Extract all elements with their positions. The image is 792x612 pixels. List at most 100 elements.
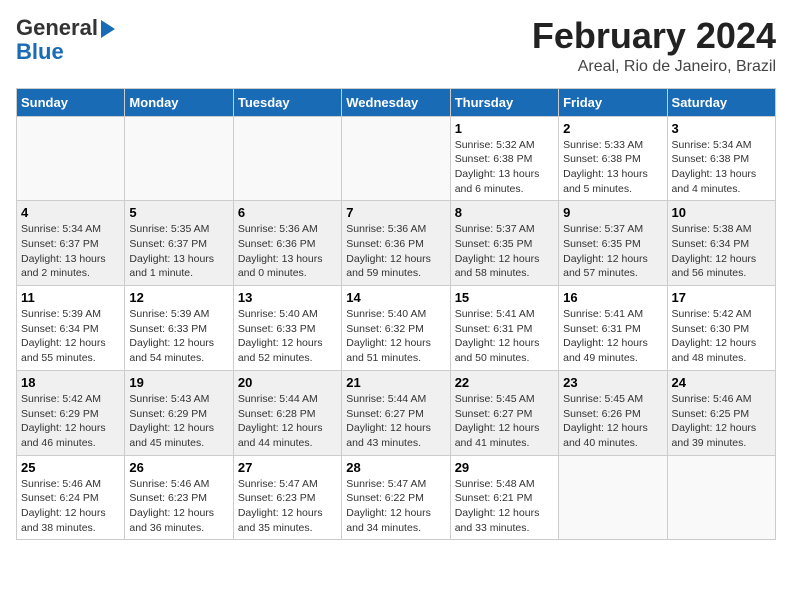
day-cell <box>17 116 125 201</box>
day-number: 12 <box>129 290 228 305</box>
header-sunday: Sunday <box>17 88 125 116</box>
logo-arrow-icon <box>101 20 115 38</box>
day-cell: 26 Sunrise: 5:46 AMSunset: 6:23 PMDayligh… <box>125 455 233 540</box>
week-row-2: 4 Sunrise: 5:34 AMSunset: 6:37 PMDaylight… <box>17 201 776 286</box>
day-info: Sunrise: 5:44 AMSunset: 6:28 PMDaylight:… <box>238 392 337 451</box>
day-number: 3 <box>672 121 771 136</box>
day-cell: 5 Sunrise: 5:35 AMSunset: 6:37 PMDaylight… <box>125 201 233 286</box>
day-number: 9 <box>563 205 662 220</box>
week-row-1: 1 Sunrise: 5:32 AMSunset: 6:38 PMDaylight… <box>17 116 776 201</box>
day-info: Sunrise: 5:37 AMSunset: 6:35 PMDaylight:… <box>563 222 662 281</box>
day-cell: 20Sunrise: 5:44 AMSunset: 6:28 PMDayligh… <box>233 370 341 455</box>
day-number: 14 <box>346 290 445 305</box>
day-number: 2 <box>563 121 662 136</box>
day-cell <box>342 116 450 201</box>
day-number: 26 <box>129 460 228 475</box>
day-cell: 17 Sunrise: 5:42 AMSunset: 6:30 PMDayligh… <box>667 286 775 371</box>
day-number: 19 <box>129 375 228 390</box>
calendar-title: February 2024 <box>532 16 776 56</box>
day-number: 1 <box>455 121 554 136</box>
day-cell: 18Sunrise: 5:42 AMSunset: 6:29 PMDayligh… <box>17 370 125 455</box>
day-cell: 9 Sunrise: 5:37 AMSunset: 6:35 PMDaylight… <box>559 201 667 286</box>
header-wednesday: Wednesday <box>342 88 450 116</box>
day-number: 10 <box>672 205 771 220</box>
week-row-4: 18Sunrise: 5:42 AMSunset: 6:29 PMDayligh… <box>17 370 776 455</box>
day-info: Sunrise: 5:41 AMSunset: 6:31 PMDaylight:… <box>455 307 554 366</box>
day-number: 4 <box>21 205 120 220</box>
day-cell: 12 Sunrise: 5:39 AMSunset: 6:33 PMDayligh… <box>125 286 233 371</box>
calendar-header-row: Sunday Monday Tuesday Wednesday Thursday… <box>17 88 776 116</box>
day-info: Sunrise: 5:40 AMSunset: 6:32 PMDaylight:… <box>346 307 445 366</box>
day-cell: 8 Sunrise: 5:37 AMSunset: 6:35 PMDaylight… <box>450 201 558 286</box>
day-cell: 24 Sunrise: 5:46 AMSunset: 6:25 PMDayligh… <box>667 370 775 455</box>
calendar-subtitle: Areal, Rio de Janeiro, Brazil <box>532 58 776 76</box>
day-cell: 3 Sunrise: 5:34 AMSunset: 6:38 PMDaylight… <box>667 116 775 201</box>
day-number: 21 <box>346 375 445 390</box>
day-info: Sunrise: 5:32 AMSunset: 6:38 PMDaylight:… <box>455 138 554 197</box>
day-info: Sunrise: 5:38 AMSunset: 6:34 PMDaylight:… <box>672 222 771 281</box>
day-info: Sunrise: 5:45 AMSunset: 6:27 PMDaylight:… <box>455 392 554 451</box>
day-cell: 13Sunrise: 5:40 AMSunset: 6:33 PMDayligh… <box>233 286 341 371</box>
day-cell <box>125 116 233 201</box>
day-info: Sunrise: 5:39 AMSunset: 6:33 PMDaylight:… <box>129 307 228 366</box>
day-cell: 19Sunrise: 5:43 AMSunset: 6:29 PMDayligh… <box>125 370 233 455</box>
day-cell: 15 Sunrise: 5:41 AMSunset: 6:31 PMDayligh… <box>450 286 558 371</box>
day-info: Sunrise: 5:46 AMSunset: 6:25 PMDaylight:… <box>672 392 771 451</box>
header-thursday: Thursday <box>450 88 558 116</box>
day-cell: 22 Sunrise: 5:45 AMSunset: 6:27 PMDayligh… <box>450 370 558 455</box>
day-number: 5 <box>129 205 228 220</box>
day-info: Sunrise: 5:47 AMSunset: 6:23 PMDaylight:… <box>238 477 337 536</box>
day-cell: 6 Sunrise: 5:36 AMSunset: 6:36 PMDaylight… <box>233 201 341 286</box>
day-number: 8 <box>455 205 554 220</box>
day-info: Sunrise: 5:42 AMSunset: 6:30 PMDaylight:… <box>672 307 771 366</box>
day-info: Sunrise: 5:40 AMSunset: 6:33 PMDaylight:… <box>238 307 337 366</box>
day-number: 27 <box>238 460 337 475</box>
day-info: Sunrise: 5:37 AMSunset: 6:35 PMDaylight:… <box>455 222 554 281</box>
day-info: Sunrise: 5:42 AMSunset: 6:29 PMDaylight:… <box>21 392 120 451</box>
day-number: 16 <box>563 290 662 305</box>
day-info: Sunrise: 5:41 AMSunset: 6:31 PMDaylight:… <box>563 307 662 366</box>
day-info: Sunrise: 5:39 AMSunset: 6:34 PMDaylight:… <box>21 307 120 366</box>
day-cell <box>233 116 341 201</box>
header-tuesday: Tuesday <box>233 88 341 116</box>
day-cell: 27 Sunrise: 5:47 AMSunset: 6:23 PMDayligh… <box>233 455 341 540</box>
day-cell <box>559 455 667 540</box>
day-info: Sunrise: 5:48 AMSunset: 6:21 PMDaylight:… <box>455 477 554 536</box>
day-info: Sunrise: 5:45 AMSunset: 6:26 PMDaylight:… <box>563 392 662 451</box>
day-number: 29 <box>455 460 554 475</box>
day-info: Sunrise: 5:46 AMSunset: 6:23 PMDaylight:… <box>129 477 228 536</box>
day-cell: 16 Sunrise: 5:41 AMSunset: 6:31 PMDayligh… <box>559 286 667 371</box>
week-row-3: 11 Sunrise: 5:39 AMSunset: 6:34 PMDayligh… <box>17 286 776 371</box>
day-number: 15 <box>455 290 554 305</box>
day-info: Sunrise: 5:36 AMSunset: 6:36 PMDaylight:… <box>346 222 445 281</box>
day-number: 23 <box>563 375 662 390</box>
day-info: Sunrise: 5:34 AMSunset: 6:38 PMDaylight:… <box>672 138 771 197</box>
day-number: 22 <box>455 375 554 390</box>
header-monday: Monday <box>125 88 233 116</box>
day-number: 25 <box>21 460 120 475</box>
day-number: 6 <box>238 205 337 220</box>
day-number: 11 <box>21 290 120 305</box>
day-cell: 2 Sunrise: 5:33 AMSunset: 6:38 PMDaylight… <box>559 116 667 201</box>
title-section: February 2024 Areal, Rio de Janeiro, Bra… <box>532 16 776 76</box>
day-info: Sunrise: 5:34 AMSunset: 6:37 PMDaylight:… <box>21 222 120 281</box>
logo-general: General <box>16 15 98 40</box>
day-info: Sunrise: 5:44 AMSunset: 6:27 PMDaylight:… <box>346 392 445 451</box>
day-cell: 29 Sunrise: 5:48 AMSunset: 6:21 PMDayligh… <box>450 455 558 540</box>
calendar-table: Sunday Monday Tuesday Wednesday Thursday… <box>16 88 776 541</box>
day-info: Sunrise: 5:33 AMSunset: 6:38 PMDaylight:… <box>563 138 662 197</box>
logo-blue: Blue <box>16 40 115 64</box>
day-cell: 23 Sunrise: 5:45 AMSunset: 6:26 PMDayligh… <box>559 370 667 455</box>
day-info: Sunrise: 5:35 AMSunset: 6:37 PMDaylight:… <box>129 222 228 281</box>
header-friday: Friday <box>559 88 667 116</box>
day-number: 17 <box>672 290 771 305</box>
day-number: 24 <box>672 375 771 390</box>
logo: General Blue <box>16 16 115 64</box>
day-info: Sunrise: 5:47 AMSunset: 6:22 PMDaylight:… <box>346 477 445 536</box>
day-cell: 11 Sunrise: 5:39 AMSunset: 6:34 PMDayligh… <box>17 286 125 371</box>
day-cell: 14 Sunrise: 5:40 AMSunset: 6:32 PMDayligh… <box>342 286 450 371</box>
day-info: Sunrise: 5:36 AMSunset: 6:36 PMDaylight:… <box>238 222 337 281</box>
day-number: 7 <box>346 205 445 220</box>
day-cell: 7 Sunrise: 5:36 AMSunset: 6:36 PMDaylight… <box>342 201 450 286</box>
week-row-5: 25Sunrise: 5:46 AMSunset: 6:24 PMDayligh… <box>17 455 776 540</box>
